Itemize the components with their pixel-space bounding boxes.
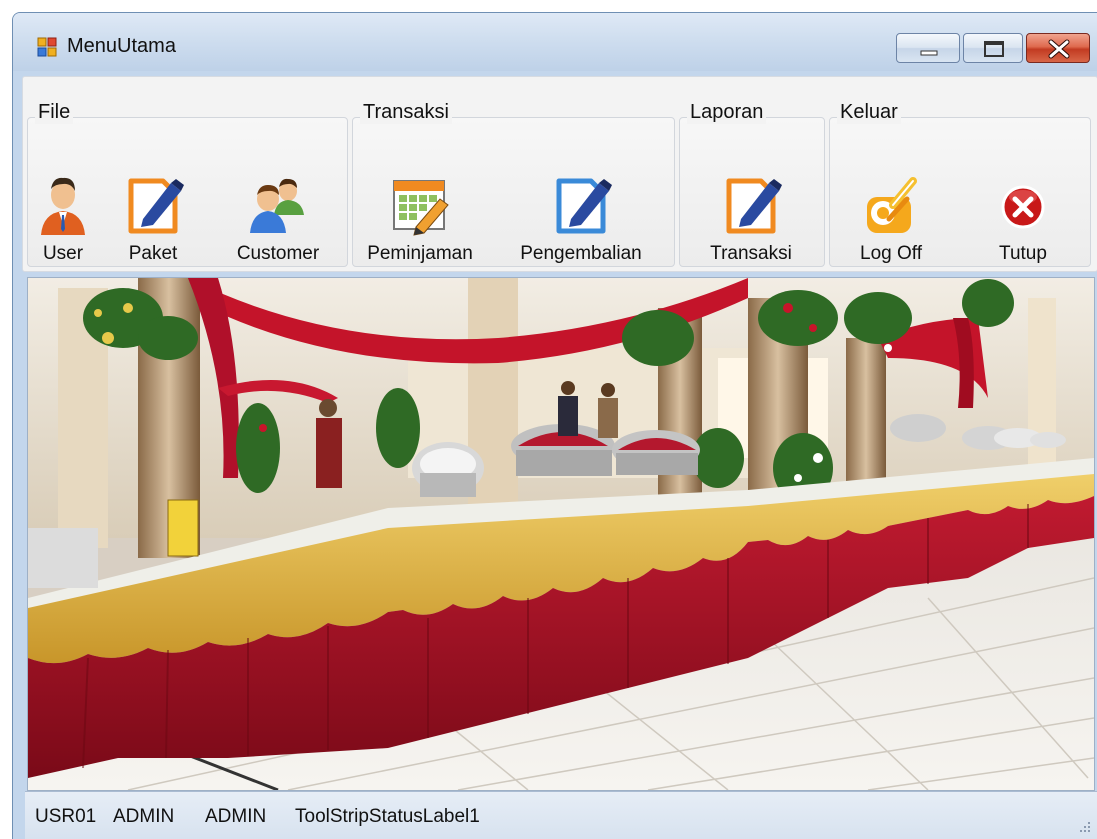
customer-button-label: Customer — [236, 243, 320, 264]
key-lock-icon — [867, 177, 917, 233]
status-user-id: USR01 — [35, 806, 97, 827]
log-off-button[interactable]: Log Off — [846, 173, 936, 265]
minimize-icon — [920, 50, 938, 56]
calendar-edit-icon — [393, 180, 449, 236]
tutup-button[interactable]: Tutup — [988, 173, 1058, 265]
group-label-transaksi: Transaksi — [360, 101, 452, 124]
ribbon-toolbar: File User Paket Customer Transaksi Pemin… — [22, 76, 1097, 272]
status-bar: USR01 ADMIN ADMIN ToolStripStatusLabel1 — [25, 791, 1097, 839]
status-label-1: ToolStripStatusLabel1 — [295, 806, 480, 827]
minimize-button[interactable] — [896, 33, 960, 63]
main-window: MenuUtama File User Paket Customer Trans… — [12, 12, 1097, 839]
title-bar[interactable]: MenuUtama — [13, 13, 1097, 71]
log-off-button-label: Log Off — [860, 243, 922, 264]
document-edit-icon — [556, 178, 612, 234]
group-label-file: File — [35, 101, 74, 124]
window-title: MenuUtama — [67, 35, 176, 57]
resize-grip-icon[interactable] — [1078, 820, 1092, 834]
user-button-label: User — [42, 243, 84, 264]
laporan-transaksi-button[interactable]: Transaksi — [699, 173, 803, 265]
peminjaman-button-label: Peminjaman — [367, 243, 473, 264]
user-button[interactable]: User — [33, 173, 93, 265]
banquet-hall-image — [27, 277, 1095, 791]
close-button[interactable] — [1026, 33, 1090, 63]
maximize-icon — [984, 41, 1004, 57]
pengembalian-button[interactable]: Pengembalian — [501, 173, 661, 265]
laporan-transaksi-button-label: Transaksi — [710, 243, 792, 264]
customer-button[interactable]: Customer — [228, 173, 328, 265]
app-icon — [37, 37, 57, 57]
banquet-hall-illustration — [28, 278, 1094, 790]
maximize-button[interactable] — [963, 33, 1023, 63]
users-icon — [250, 178, 304, 233]
edit-icon — [726, 178, 782, 234]
status-user-name: ADMIN — [113, 806, 175, 827]
paket-button[interactable]: Paket — [118, 173, 188, 265]
pengembalian-button-label: Pengembalian — [520, 243, 642, 264]
paket-button-label: Paket — [128, 243, 178, 264]
group-label-keluar: Keluar — [837, 101, 901, 124]
group-label-laporan: Laporan — [687, 101, 767, 124]
user-icon — [41, 177, 85, 235]
tutup-button-label: Tutup — [999, 243, 1047, 264]
close-icon — [1048, 39, 1070, 59]
close-circle-icon — [1001, 185, 1045, 229]
status-user-level: ADMIN — [205, 806, 267, 827]
peminjaman-button[interactable]: Peminjaman — [358, 173, 482, 265]
edit-icon — [128, 178, 184, 234]
